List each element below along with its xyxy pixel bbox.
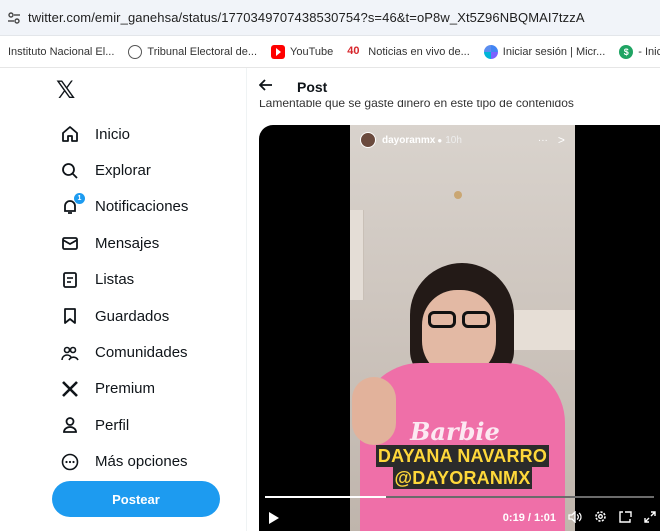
hand: [352, 377, 396, 445]
avatar: [360, 132, 376, 148]
site-settings-icon[interactable]: [0, 11, 28, 25]
nav-item-comunidades[interactable]: Comunidades: [60, 334, 188, 370]
bookmark-noticias[interactable]: 40 Noticias en vivo de...: [347, 45, 470, 59]
caption-line-2: @DAYORANMX: [392, 467, 533, 489]
nav-label: Explorar: [95, 162, 151, 180]
caption-line-1: DAYANA NAVARRO: [375, 445, 550, 467]
nav-item-guardados[interactable]: Guardados: [60, 298, 188, 334]
nav-item-mas-opciones[interactable]: Más opciones: [60, 444, 188, 480]
main-column: Post Lamentable que se gaste dinero en e…: [247, 68, 660, 531]
communities-icon: [60, 343, 80, 363]
bookmark-label: - Inicio: [638, 45, 660, 58]
settings-icon[interactable]: [594, 510, 607, 526]
youtube-icon: [271, 44, 286, 59]
background-lamp: [454, 191, 462, 199]
bookmark-label: YouTube: [290, 45, 334, 58]
nav-label: Comunidades: [95, 344, 188, 362]
bookmark-tribunal[interactable]: Tribunal Electoral de...: [128, 44, 258, 59]
nav-item-notificaciones[interactable]: 1 Notificaciones: [60, 189, 188, 225]
s-icon: $: [619, 44, 634, 59]
x-logo-icon[interactable]: 𝕏: [56, 78, 86, 104]
notification-badge: 1: [74, 192, 85, 204]
bookmark-microsoft[interactable]: Iniciar sesión | Micr...: [483, 44, 606, 59]
list-icon: [60, 270, 80, 290]
tweet-text-content: Lamentable que se gaste dinero en este t…: [259, 100, 574, 110]
nav-label: Listas: [95, 271, 135, 289]
x-icon: [60, 379, 80, 399]
bookmark-label: Iniciar sesión | Micr...: [502, 45, 606, 58]
bookmarks-bar: Instituto Nacional El... Tribunal Electo…: [0, 36, 660, 68]
sidebar: 𝕏 Inicio Explorar 1 Notificaciones Mensa…: [0, 68, 246, 531]
nav-item-perfil[interactable]: Perfil: [60, 407, 188, 443]
nav-label: Notificaciones: [95, 198, 189, 216]
glasses: [424, 311, 494, 329]
nav-label: Premium: [95, 380, 156, 398]
background-door: [350, 210, 364, 300]
globe-icon: [128, 44, 143, 59]
bookmark-inicio[interactable]: $ - Inicio: [619, 44, 660, 59]
nav-item-inicio[interactable]: Inicio: [60, 116, 188, 152]
hoodie-logo: Barbie: [410, 417, 500, 446]
video-controls: 0:19 / 1:01: [259, 505, 660, 531]
search-icon: [60, 161, 80, 181]
video-progress-fill: [265, 496, 386, 498]
video-caption: DAYANA NAVARRO @DAYORANMX: [350, 445, 575, 489]
nav-label: Perfil: [95, 416, 130, 434]
nav-list: Inicio Explorar 1 Notificaciones Mensaje…: [60, 116, 188, 480]
story-username: dayoranmx: [382, 134, 436, 146]
story-frame: Barbie DAYANA NAVARRO @DAYORANMX: [350, 125, 575, 531]
mail-icon: [60, 233, 80, 253]
volume-icon[interactable]: [568, 509, 582, 526]
40-icon: 40: [347, 44, 360, 57]
play-icon[interactable]: [269, 512, 279, 524]
address-bar[interactable]: twitter.com/emir_ganehsa/status/17703497…: [0, 0, 660, 36]
nav-item-listas[interactable]: Listas: [60, 262, 188, 298]
url-text[interactable]: twitter.com/emir_ganehsa/status/17703497…: [28, 10, 585, 25]
back-arrow-icon[interactable]: [258, 78, 281, 97]
home-icon: [60, 124, 80, 144]
verified-icon: ●: [437, 135, 443, 145]
bookmark-youtube[interactable]: YouTube: [271, 44, 334, 59]
chevron-right-icon: >: [557, 133, 565, 147]
nav-item-mensajes[interactable]: Mensajes: [60, 225, 188, 261]
tweet-text: Lamentable que se gaste dinero en este t…: [259, 100, 660, 116]
nav-item-premium[interactable]: Premium: [60, 371, 188, 407]
nav-label: Inicio: [95, 125, 131, 143]
profile-icon: [60, 415, 80, 435]
story-timestamp: 10h: [445, 134, 462, 146]
bookmark-label: Tribunal Electoral de...: [147, 45, 258, 58]
video-progress-bar[interactable]: [265, 496, 654, 498]
bell-icon: 1: [60, 192, 85, 217]
bookmark-ine[interactable]: Instituto Nacional El...: [8, 46, 114, 58]
video-player[interactable]: Barbie DAYANA NAVARRO @DAYORANMX dayoran…: [259, 125, 660, 531]
story-header: dayoranmx ● 10h ··· >: [350, 125, 575, 155]
nav-label: Guardados: [95, 307, 170, 325]
bookmark-label: Instituto Nacional El...: [8, 45, 115, 58]
nav-label: Mensajes: [95, 234, 160, 252]
picture-in-picture-icon[interactable]: [619, 510, 632, 526]
bookmark-label: Noticias en vivo de...: [368, 45, 470, 58]
microsoft-icon: [483, 44, 498, 59]
post-button[interactable]: Postear: [52, 481, 220, 517]
bookmark-icon: [60, 306, 80, 326]
page-title: Post: [297, 79, 328, 95]
fullscreen-icon[interactable]: [644, 510, 656, 526]
more-icon: [60, 452, 80, 472]
video-time: 0:19 / 1:01: [502, 512, 556, 524]
more-dots-icon: ···: [537, 134, 548, 146]
nav-label: Más opciones: [95, 453, 188, 471]
nav-item-explorar[interactable]: Explorar: [60, 152, 188, 188]
